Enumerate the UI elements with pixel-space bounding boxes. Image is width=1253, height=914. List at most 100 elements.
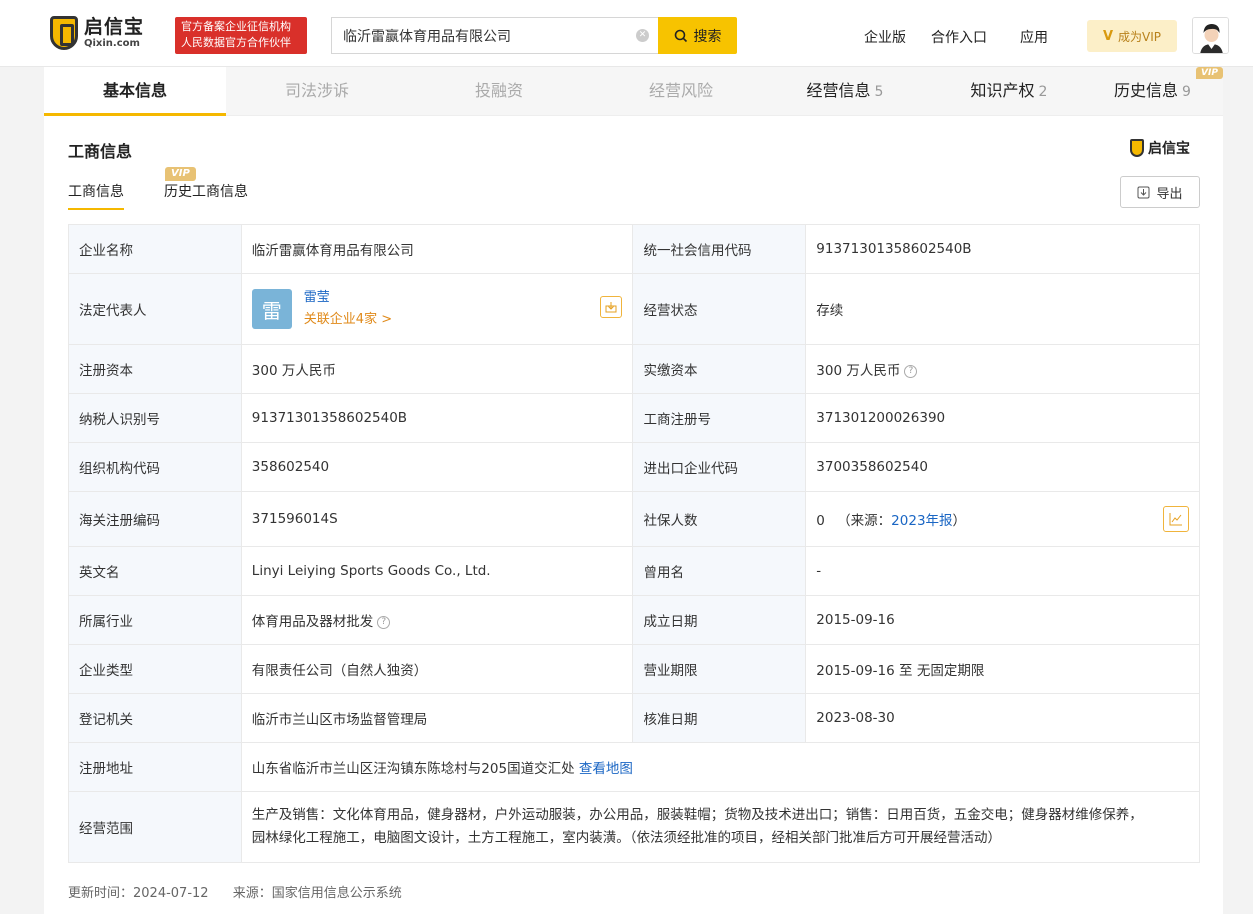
tab-label: 投融资 [474, 81, 523, 100]
section-title: 工商信息 [68, 142, 133, 161]
value-import-export: 3700358602540 [805, 442, 1200, 492]
export-icon [1137, 186, 1150, 198]
tab-operation[interactable]: 经营信息 5 [772, 67, 918, 116]
vip-button-label: 成为VIP [1118, 29, 1162, 44]
value-authority: 临沂市兰山区市场监督管理局 [240, 693, 634, 743]
table-row: 经营范围 生产及销售：文化体育用品，健身器材，户外运动服装，办公用品，服装鞋帽；… [68, 791, 1201, 863]
table-row: 企业类型 有限责任公司（自然人独资） 营业期限 2015-09-16 至 无固定… [68, 644, 1200, 694]
insured-count: 0 [816, 513, 825, 529]
logo-shield-icon [50, 16, 78, 50]
value-address: 山东省临沂市兰山区汪沟镇东陈埝村与205国道交汇处 查看地图 [240, 742, 1201, 792]
business-info-table: 企业名称 临沂雷赢体育用品有限公司 统一社会信用代码 9137130135860… [68, 224, 1201, 863]
label-industry: 所属行业 [68, 595, 242, 645]
label-company-name: 企业名称 [68, 224, 242, 274]
label-company-type: 企业类型 [68, 644, 242, 694]
nav-enterprise[interactable]: 企业版 [864, 27, 906, 47]
tab-litigation[interactable]: 司法涉诉 [226, 67, 408, 116]
value-scope: 生产及销售：文化体育用品，健身器材，户外运动服装，办公用品，服装鞋帽；货物及技术… [240, 791, 1201, 863]
table-row: 企业名称 临沂雷赢体育用品有限公司 统一社会信用代码 9137130135860… [68, 224, 1200, 274]
logo-text: 启信宝 [84, 15, 145, 38]
label-term: 营业期限 [632, 644, 807, 694]
label-insured: 社保人数 [632, 491, 807, 547]
brand-shield-icon [1130, 139, 1144, 157]
value-reg-capital: 300 万人民币 [240, 344, 634, 394]
value-former-name: - [805, 546, 1200, 596]
view-map-link[interactable]: 查看地图 [579, 761, 633, 777]
annual-report-link[interactable]: 2023年报 [891, 513, 952, 529]
value-approved: 2023-08-30 [805, 693, 1200, 743]
value-reg-no: 371301200026390 [805, 393, 1200, 443]
tab-risk[interactable]: 经营风险 [590, 67, 772, 116]
trend-chart-icon[interactable] [1163, 506, 1189, 532]
subtab-business-info[interactable]: 工商信息 [68, 181, 124, 210]
value-status: 存续 [805, 273, 1200, 345]
table-row: 注册地址 山东省临沂市兰山区汪沟镇东陈埝村与205国道交汇处 查看地图 [68, 742, 1201, 792]
table-row: 纳税人识别号 91371301358602540B 工商注册号 37130120… [68, 393, 1200, 443]
value-credit-code: 91371301358602540B [805, 224, 1200, 274]
search-value: 临沂雷赢体育用品有限公司 [343, 28, 511, 45]
table-row: 登记机关 临沂市兰山区市场监督管理局 核准日期 2023-08-30 [68, 693, 1200, 743]
label-english-name: 英文名 [68, 546, 242, 596]
nav-cooperation[interactable]: 合作入口 [931, 27, 987, 47]
search-button-label: 搜索 [693, 28, 722, 45]
tab-basic-info[interactable]: 基本信息 [44, 67, 226, 116]
insured-source-prefix: （来源： [837, 513, 892, 529]
download-icon[interactable] [600, 296, 623, 318]
label-approved: 核准日期 [632, 693, 807, 743]
industry-text: 体育用品及器材批发 [251, 614, 374, 630]
address-text: 山东省临沂市兰山区汪沟镇东陈埝村与205国道交汇处 [251, 761, 575, 777]
search-icon [674, 29, 687, 42]
vip-badge: VIP [165, 167, 196, 181]
badge-line-1: 官方备案企业征信机构 [181, 20, 291, 33]
main-card: 基本信息 司法涉诉 投融资 经营风险 经营信息 5 知识产权 2 历史信息 9 VIP… [44, 67, 1223, 914]
tab-label: 经营信息 [806, 81, 871, 100]
value-industry: 体育用品及器材批发? [240, 595, 634, 645]
label-former-name: 曾用名 [632, 546, 807, 596]
value-company-type: 有限责任公司（自然人独资） [240, 644, 634, 694]
legal-rep-avatar[interactable]: 雷 [251, 289, 292, 329]
top-header: 启信宝 Qixin.com 官方备案企业征信机构 人民数据官方合作伙伴 临沂雷赢… [0, 0, 1253, 67]
label-authority: 登记机关 [68, 693, 242, 743]
value-insured: 0 （来源：2023年报） [805, 491, 1200, 547]
legal-rep-name-link[interactable]: 雷莹 [304, 287, 392, 309]
nav-apps[interactable]: 应用 [1020, 27, 1048, 47]
value-org-code: 358602540 [240, 442, 634, 492]
table-row: 注册资本 300 万人民币 实缴资本 300 万人民币? [68, 344, 1200, 394]
export-label: 导出 [1156, 186, 1183, 202]
become-vip-button[interactable]: V 成为VIP [1087, 20, 1177, 52]
scope-line-2: 园林绿化工程施工，电脑图文设计，土方工程施工，室内装潢。（依法须经批准的项目，经… [251, 830, 1002, 846]
brand-watermark: 启信宝 [1130, 138, 1190, 158]
subtab-history-business[interactable]: 历史工商信息 [164, 181, 248, 201]
label-address: 注册地址 [68, 742, 242, 792]
paid-capital-text: 300 万人民币 [816, 363, 901, 379]
clear-icon[interactable]: ✕ [636, 29, 649, 42]
site-logo[interactable]: 启信宝 Qixin.com [50, 16, 144, 50]
update-time: 更新时间：2024-07-12 [68, 886, 209, 901]
user-avatar[interactable] [1192, 17, 1229, 54]
related-companies-link[interactable]: 关联企业4家 > [304, 309, 392, 331]
help-icon[interactable]: ? [377, 615, 391, 629]
brand-text: 启信宝 [1148, 141, 1190, 157]
table-row: 海关注册编码 371596014S 社保人数 0 （来源：2023年报） [68, 491, 1200, 547]
scope-line-1: 生产及销售：文化体育用品，健身器材，户外运动服装，办公用品，服装鞋帽；货物及技术… [251, 807, 1143, 823]
vip-badge: VIP [1196, 67, 1223, 79]
search-button[interactable]: 搜索 [658, 17, 737, 54]
badge-line-2: 人民数据官方合作伙伴 [181, 36, 291, 49]
label-credit-code: 统一社会信用代码 [632, 224, 807, 274]
label-paid-capital: 实缴资本 [632, 344, 807, 394]
table-row: 英文名 Linyi Leiying Sports Goods Co., Ltd.… [68, 546, 1200, 596]
label-import-export: 进出口企业代码 [632, 442, 807, 492]
value-customs: 371596014S [240, 491, 634, 547]
export-button[interactable]: 导出 [1120, 176, 1200, 208]
label-org-code: 组织机构代码 [68, 442, 242, 492]
footer-meta: 更新时间：2024-07-12 来源：国家信用信息公示系统 [68, 882, 422, 901]
tab-label: 基本信息 [102, 81, 167, 100]
tab-financing[interactable]: 投融资 [408, 67, 590, 116]
primary-tabs: 基本信息 司法涉诉 投融资 经营风险 经营信息 5 知识产权 2 历史信息 9 VIP [44, 67, 1223, 116]
value-taxpayer-id: 91371301358602540B [240, 393, 634, 443]
tab-ip[interactable]: 知识产权 2 [936, 67, 1082, 116]
search-input[interactable]: 临沂雷赢体育用品有限公司 ✕ [331, 17, 659, 54]
tab-label: 历史信息 [1114, 81, 1179, 100]
help-icon[interactable]: ? [904, 364, 918, 378]
label-scope: 经营范围 [68, 791, 242, 863]
